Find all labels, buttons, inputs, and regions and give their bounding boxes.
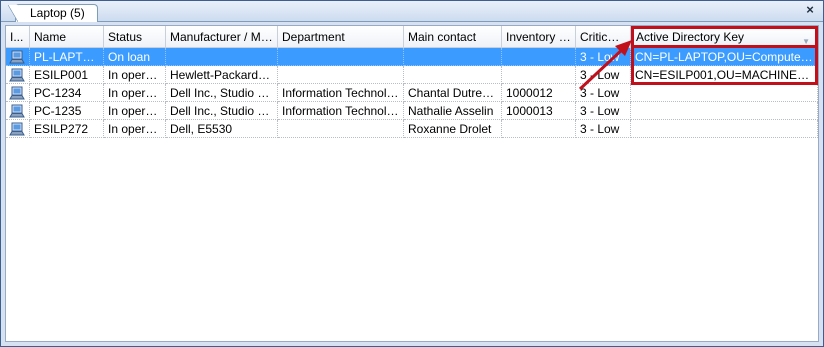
window-frame: Laptop (5) × I... Name Status Manufacturer … <box>0 0 824 347</box>
cell-department: Information Technology <box>278 84 404 102</box>
tab-laptop[interactable]: Laptop (5) <box>8 4 98 22</box>
cell-main-contact: Nathalie Asselin <box>404 102 502 120</box>
cell-inventory <box>502 48 576 66</box>
cell-name: PL-LAPTOP <box>30 48 104 66</box>
cell-ad-key <box>631 84 818 102</box>
cell-status: In operati... <box>104 120 166 138</box>
tab-strip: Laptop (5) × <box>1 1 823 22</box>
cell-manufacturer: Dell Inc., Studio 17... <box>166 102 278 120</box>
table-row[interactable]: PL-LAPTOP On loan 3 - Low CN=PL-LAPTOP,OU=C… <box>6 48 818 66</box>
row-icon-cell <box>6 66 30 84</box>
cell-name: PC-1235 <box>30 102 104 120</box>
table-row[interactable]: PC-1235 In operati... Dell Inc., Studio 17… <box>6 102 818 120</box>
cell-name: ESILP272 <box>30 120 104 138</box>
header-col-ad-key[interactable]: Active Directory Key ▼ <box>631 26 818 48</box>
red-arrow-icon <box>578 40 632 91</box>
header-col-name[interactable]: Name <box>30 26 104 48</box>
cell-department: Information Technology <box>278 102 404 120</box>
cell-status: In operati... <box>104 102 166 120</box>
cell-inventory <box>502 120 576 138</box>
cell-manufacturer <box>166 48 278 66</box>
header-col-manufacturer[interactable]: Manufacturer / Mod... <box>166 26 278 48</box>
header-col-icon[interactable]: I... <box>6 26 30 48</box>
cell-ad-key <box>631 120 818 138</box>
grid-panel: I... Name Status Manufacturer / Mod... Depar… <box>5 25 819 342</box>
row-icon-cell <box>6 48 30 66</box>
cell-inventory: 1000013 <box>502 102 576 120</box>
row-icon-cell <box>6 102 30 120</box>
laptop-icon <box>9 86 25 100</box>
header-col-status[interactable]: Status <box>104 26 166 48</box>
sort-dropdown-icon[interactable]: ▼ <box>802 34 810 45</box>
cell-criticality: 3 - Low <box>576 120 631 138</box>
cell-name: ESILP001 <box>30 66 104 84</box>
cell-ad-key: CN=PL-LAPTOP,OU=Computers t... <box>631 48 818 66</box>
cell-main-contact: Chantal Dutrem... <box>404 84 502 102</box>
header-col-department[interactable]: Department <box>278 26 404 48</box>
cell-status: In operati... <box>104 66 166 84</box>
laptop-icon <box>9 104 25 118</box>
cell-inventory <box>502 66 576 84</box>
cell-ad-key: CN=ESILP001,OU=MACHINES,O... <box>631 66 818 84</box>
header-col-inventory[interactable]: Inventory N... <box>502 26 576 48</box>
cell-main-contact <box>404 48 502 66</box>
row-icon-cell <box>6 84 30 102</box>
cell-main-contact <box>404 66 502 84</box>
cell-name: PC-1234 <box>30 84 104 102</box>
cell-inventory: 1000012 <box>502 84 576 102</box>
close-icon[interactable]: × <box>803 3 817 17</box>
cell-status: In operati... <box>104 84 166 102</box>
laptop-icon <box>9 122 25 136</box>
cell-manufacturer: Dell, E5530 <box>166 120 278 138</box>
row-icon-cell <box>6 120 30 138</box>
cell-department <box>278 48 404 66</box>
laptop-icon <box>9 68 25 82</box>
cell-criticality: 3 - Low <box>576 102 631 120</box>
cell-ad-key <box>631 102 818 120</box>
table-row[interactable]: ESILP272 In operati... Dell, E5530 Roxanne … <box>6 120 818 138</box>
header-col-main-contact[interactable]: Main contact <box>404 26 502 48</box>
cell-manufacturer: Hewlett-Packard, H... <box>166 66 278 84</box>
laptop-icon <box>9 50 25 64</box>
cell-department <box>278 120 404 138</box>
cell-manufacturer: Dell Inc., Studio 17... <box>166 84 278 102</box>
table-row[interactable]: PC-1234 In operati... Dell Inc., Studio 17… <box>6 84 818 102</box>
cell-status: On loan <box>104 48 166 66</box>
table-row[interactable]: ESILP001 In operati... Hewlett-Packard, H.… <box>6 66 818 84</box>
cell-main-contact: Roxanne Drolet <box>404 120 502 138</box>
cell-department <box>278 66 404 84</box>
